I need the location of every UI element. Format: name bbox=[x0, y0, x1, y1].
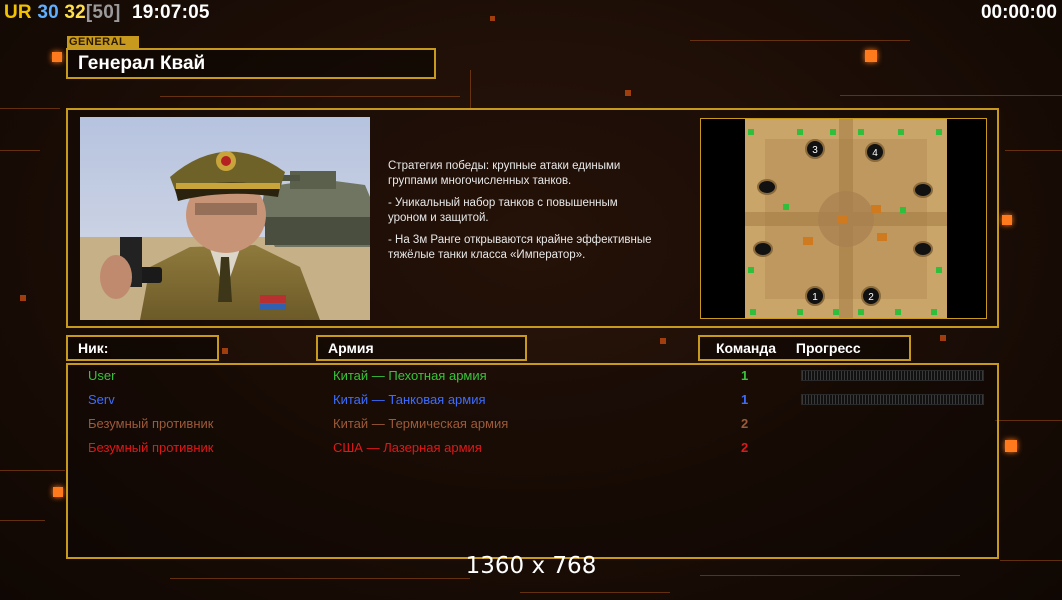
player-nick: Безумный противник bbox=[88, 416, 214, 431]
spawn-label: 2 bbox=[868, 292, 874, 303]
column-header-team-progress: Команда Прогресс bbox=[698, 335, 911, 361]
player-army: США — Лазерная армия bbox=[333, 440, 482, 455]
deco-line bbox=[1005, 150, 1062, 151]
deco-line bbox=[690, 40, 910, 41]
strategy-description: Стратегия победы: крупные атаки едиными … bbox=[388, 159, 694, 270]
deco-square bbox=[490, 16, 495, 21]
spawn-marker: 3 bbox=[805, 139, 825, 159]
deco-square bbox=[222, 348, 228, 354]
strategy-text: - На 3м Ранге открываются крайне эффекти… bbox=[388, 234, 652, 261]
deco-line bbox=[0, 470, 65, 471]
player-team: 2 bbox=[741, 416, 749, 431]
map-image: 3 4 1 2 bbox=[745, 119, 947, 318]
player-team: 1 bbox=[741, 392, 749, 407]
player-nick: Serv bbox=[88, 392, 115, 407]
status-bar: UR 30 32[50] 19:07:05 bbox=[4, 2, 210, 24]
stat-b: 32 bbox=[64, 2, 86, 23]
strategy-text: - Уникальный набор танков с повышенным у… bbox=[388, 197, 618, 224]
deco-square bbox=[940, 335, 946, 341]
deco-line bbox=[520, 592, 670, 593]
deco-line bbox=[0, 150, 40, 151]
player-row[interactable]: Serv Китай — Танковая армия 1 bbox=[68, 390, 997, 414]
deco-line bbox=[0, 108, 60, 109]
player-row[interactable]: Безумный противник США — Лазерная армия … bbox=[68, 438, 997, 462]
spawn-marker: 4 bbox=[865, 142, 885, 162]
spawn-label: 4 bbox=[872, 148, 878, 159]
general-portrait bbox=[80, 117, 370, 320]
deco-line bbox=[160, 96, 460, 97]
deco-square bbox=[20, 295, 26, 301]
column-header-progress: Прогресс bbox=[795, 340, 861, 356]
column-header-nick: Ник: bbox=[66, 335, 219, 361]
game-timer: 00:00:00 bbox=[980, 2, 1057, 23]
general-tag: GENERAL bbox=[67, 36, 139, 48]
player-team: 1 bbox=[741, 368, 749, 383]
player-team: 2 bbox=[741, 440, 749, 455]
player-nick: User bbox=[88, 368, 116, 383]
resolution-label: 1360 x 768 bbox=[465, 553, 597, 579]
clock: 19:07:05 bbox=[131, 2, 210, 23]
column-header-army: Армия bbox=[316, 335, 527, 361]
deco-square bbox=[660, 338, 666, 344]
player-progress-bar bbox=[801, 370, 984, 381]
deco-line bbox=[470, 70, 471, 110]
spawn-label: 1 bbox=[812, 292, 818, 303]
deco-square bbox=[53, 487, 63, 497]
stat-a: 30 bbox=[37, 2, 59, 23]
player-row[interactable]: Безумный противник Китай — Термическая а… bbox=[68, 414, 997, 438]
player-army: Китай — Термическая армия bbox=[333, 416, 509, 431]
deco-square bbox=[52, 52, 62, 62]
spawn-marker: 1 bbox=[805, 286, 825, 306]
deco-square bbox=[625, 90, 631, 96]
deco-line bbox=[995, 420, 1062, 421]
map-preview[interactable]: 3 4 1 2 bbox=[700, 118, 987, 319]
deco-line bbox=[840, 95, 1062, 96]
player-army: Китай — Пехотная армия bbox=[333, 368, 487, 383]
general-name: Генерал Квай bbox=[66, 48, 436, 79]
ur-label: UR bbox=[4, 2, 32, 23]
strategy-text: Стратегия победы: крупные атаки едиными … bbox=[388, 160, 621, 187]
column-header-team: Команда bbox=[716, 340, 776, 356]
deco-square bbox=[865, 50, 877, 62]
deco-line bbox=[0, 520, 45, 521]
stat-c: [50] bbox=[85, 2, 121, 23]
deco-square bbox=[1002, 215, 1012, 225]
players-panel: User Китай — Пехотная армия 1 Serv Китай… bbox=[66, 363, 999, 559]
player-row[interactable]: User Китай — Пехотная армия 1 bbox=[68, 366, 997, 390]
player-nick: Безумный противник bbox=[88, 440, 214, 455]
deco-square bbox=[1005, 440, 1017, 452]
player-progress-bar bbox=[801, 394, 984, 405]
spawn-marker: 2 bbox=[861, 286, 881, 306]
player-army: Китай — Танковая армия bbox=[333, 392, 486, 407]
portrait-image bbox=[80, 117, 370, 320]
spawn-label: 3 bbox=[812, 145, 818, 156]
